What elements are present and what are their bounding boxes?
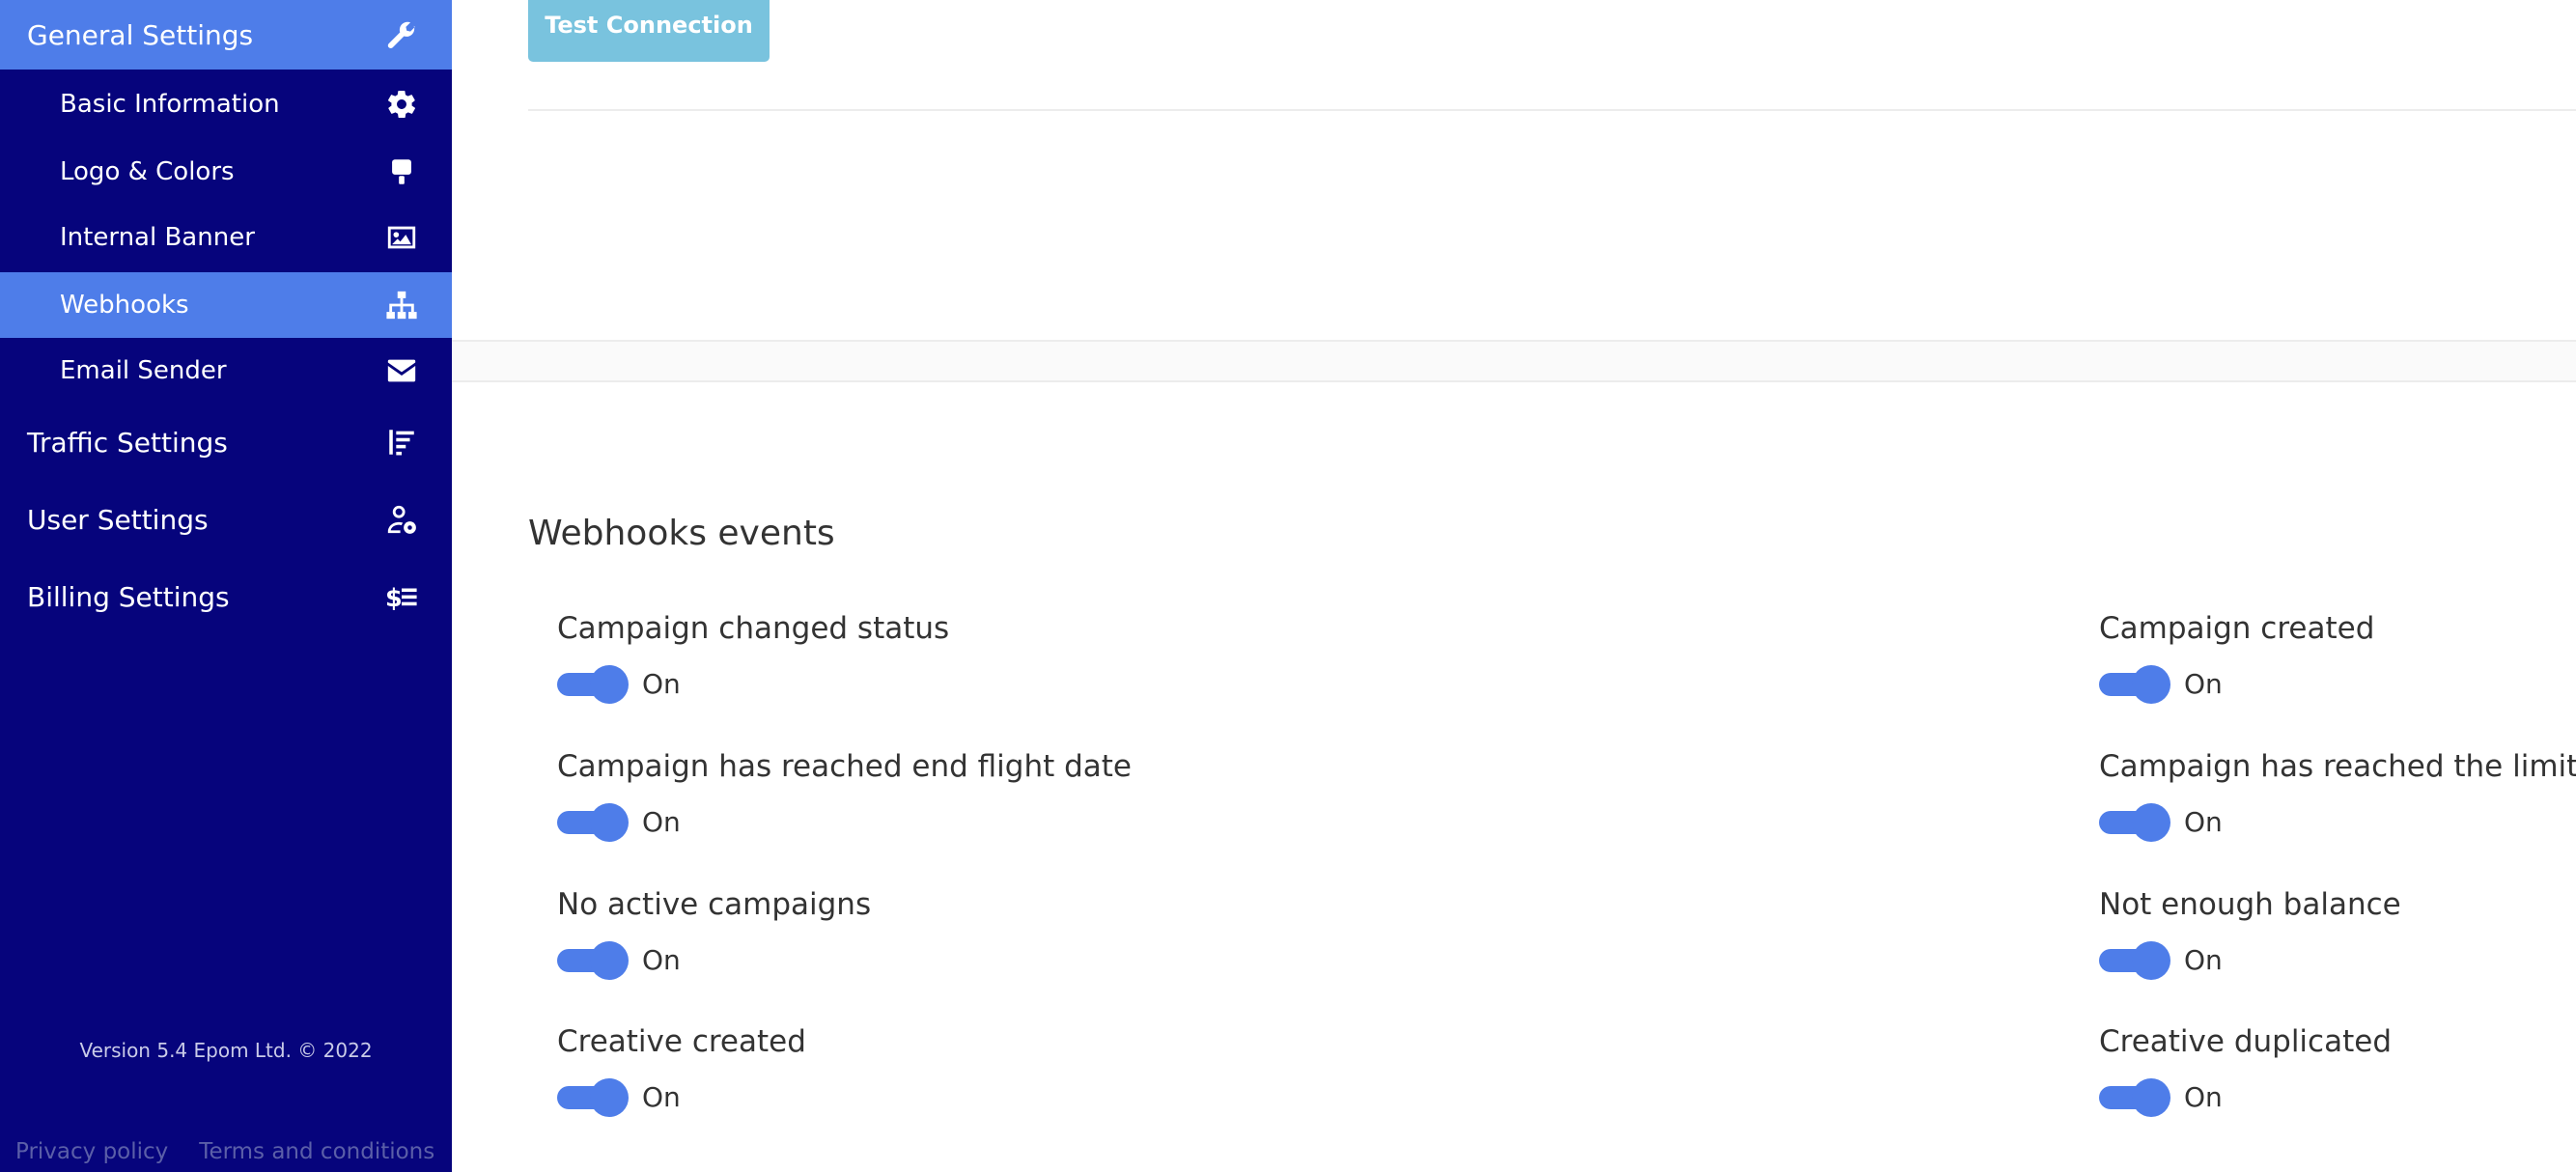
test-connection-button[interactable]: Test Connection (528, 0, 770, 62)
sidebar-item-webhooks[interactable]: Webhooks (0, 272, 452, 338)
sidebar-item-label: General Settings (27, 18, 254, 51)
sidebar-item-label: Traffic Settings (27, 426, 228, 459)
sidebar-item-label: Logo & Colors (60, 157, 235, 186)
image-icon (384, 220, 419, 255)
gear-icon (384, 87, 419, 122)
event-toggle[interactable] (2099, 665, 2170, 704)
dollar-list-icon: $ (384, 579, 419, 614)
users-cog-icon (384, 502, 419, 537)
sidebar-item-label: Email Sender (60, 356, 227, 385)
event-label: Creative duplicated (2099, 1024, 2392, 1059)
toggle-state: On (2184, 805, 2223, 838)
event-label: Creative created (557, 1024, 806, 1059)
event-toggle[interactable] (557, 665, 629, 704)
paint-brush-icon (384, 154, 419, 189)
toggle-state: On (642, 667, 681, 700)
toggle-state: On (642, 1080, 681, 1113)
sort-lines-icon (384, 425, 419, 460)
toggle-state: On (2184, 667, 2223, 700)
sidebar-item-internal-banner[interactable]: Internal Banner (0, 205, 452, 270)
privacy-policy-link[interactable]: Privacy policy (15, 1139, 168, 1164)
sidebar-item-label: Billing Settings (27, 580, 230, 613)
event-not-enough-balance: Not enough balance On (2099, 887, 2401, 980)
event-label: Campaign has reached the limit (2099, 749, 2576, 784)
event-toggle[interactable] (2099, 1078, 2170, 1117)
event-creative-duplicated: Creative duplicated On (2099, 1024, 2392, 1117)
sidebar-item-email-sender[interactable]: Email Sender (0, 338, 452, 404)
event-campaign-end-flight-date: Campaign has reached end flight date On (557, 749, 1133, 842)
sidebar-item-basic-information[interactable]: Basic Information (0, 71, 452, 137)
event-label: Campaign changed status (557, 611, 950, 646)
sidebar-item-label: Internal Banner (60, 223, 255, 252)
main-content: Test Connection Webhooks events Campaign… (452, 0, 2576, 1172)
event-toggle[interactable] (557, 1078, 629, 1117)
sidebar-item-label: Webhooks (60, 291, 189, 320)
event-toggle[interactable] (557, 803, 629, 842)
sidebar-item-label: Basic Information (60, 90, 280, 119)
sidebar: General Settings Basic Information Logo … (0, 0, 452, 1172)
toggle-state: On (2184, 943, 2223, 976)
event-creative-created: Creative created On (557, 1024, 806, 1117)
toggle-state: On (2184, 1080, 2223, 1113)
version-text: Version 5.4 Epom Ltd. © 2022 (79, 1039, 373, 1062)
sitemap-icon (384, 288, 419, 322)
event-label: No active campaigns (557, 887, 872, 922)
event-label: Campaign has reached end flight date (557, 749, 1133, 784)
event-campaign-changed-status: Campaign changed status On (557, 611, 950, 704)
sidebar-item-user-settings[interactable]: User Settings (0, 485, 452, 554)
envelope-icon (384, 353, 419, 388)
divider (528, 109, 2576, 111)
event-toggle[interactable] (2099, 803, 2170, 842)
sidebar-item-billing-settings[interactable]: Billing Settings $ (0, 562, 452, 631)
event-toggle[interactable] (557, 941, 629, 980)
section-title: Webhooks events (528, 514, 835, 553)
footer-links: Privacy policy Terms and conditions (15, 1139, 434, 1164)
sidebar-item-traffic-settings[interactable]: Traffic Settings (0, 407, 452, 477)
toggle-state: On (642, 805, 681, 838)
sidebar-item-label: User Settings (27, 503, 209, 536)
event-no-active-campaigns: No active campaigns On (557, 887, 872, 980)
sidebar-item-general-settings[interactable]: General Settings (0, 0, 452, 70)
sidebar-item-logo-colors[interactable]: Logo & Colors (0, 139, 452, 205)
event-toggle[interactable] (2099, 941, 2170, 980)
event-campaign-created: Campaign created On (2099, 611, 2375, 704)
svg-text:$: $ (385, 584, 403, 613)
section-separator (452, 340, 2576, 382)
terms-link[interactable]: Terms and conditions (199, 1139, 434, 1164)
toggle-state: On (642, 943, 681, 976)
wrench-icon (384, 17, 419, 52)
event-campaign-reached-limit: Campaign has reached the limit On (2099, 749, 2576, 842)
event-label: Not enough balance (2099, 887, 2401, 922)
event-label: Campaign created (2099, 611, 2375, 646)
